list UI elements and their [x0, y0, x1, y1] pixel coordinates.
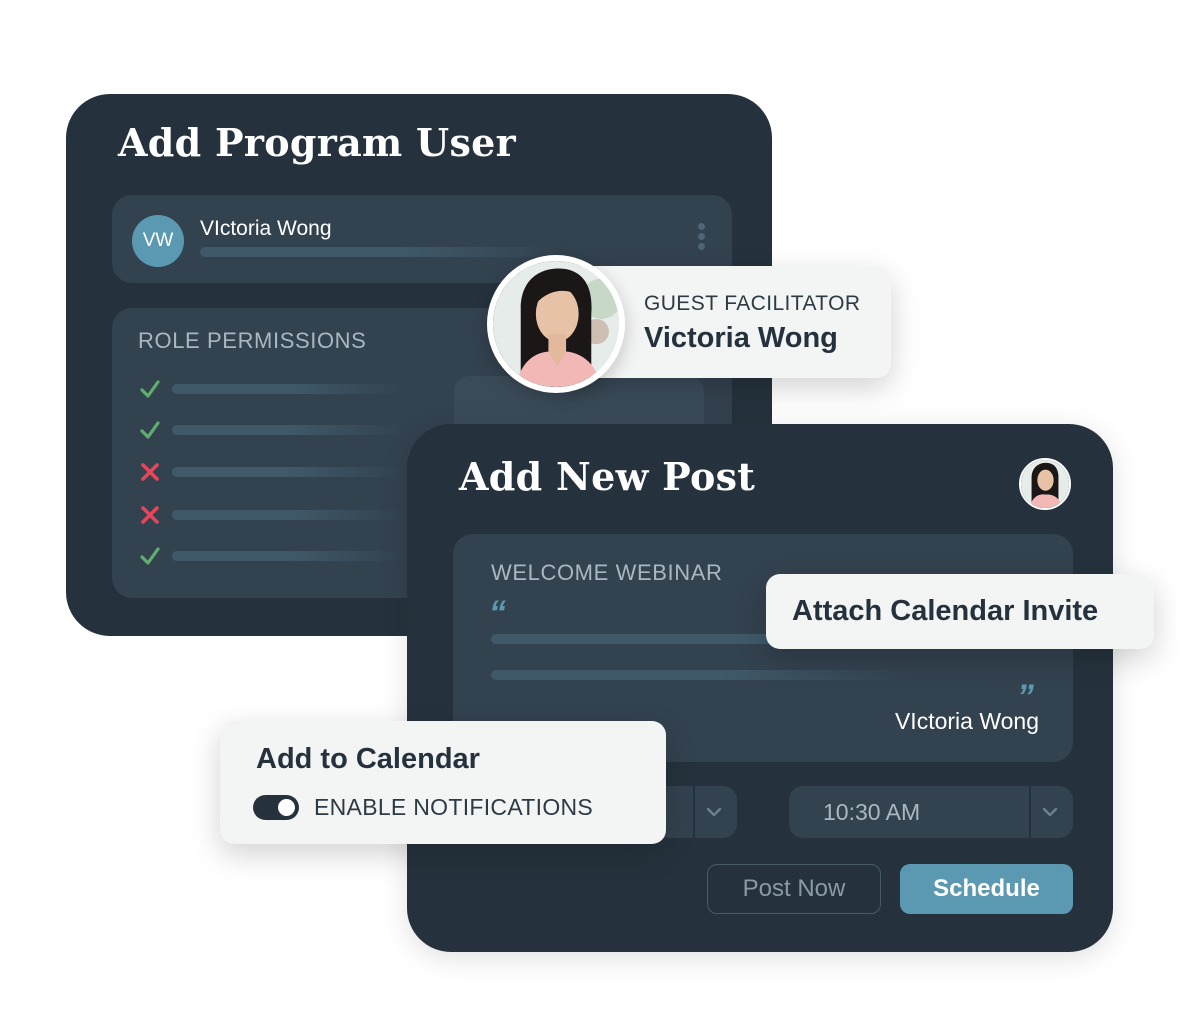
- add-new-post-card: Add New Post WELCOME WEBINAR “ ” VIctori…: [407, 424, 1113, 952]
- enable-notifications-label: ENABLE NOTIFICATIONS: [314, 794, 594, 820]
- message-heading: WELCOME WEBINAR: [491, 560, 723, 585]
- profile-photo: [487, 255, 625, 393]
- select-divider: [1029, 786, 1031, 838]
- notifications-toggle[interactable]: [253, 795, 299, 820]
- permission-row[interactable]: [138, 460, 418, 484]
- time-select[interactable]: 10:30 AM: [789, 786, 1073, 838]
- user-name: VIctoria Wong: [200, 217, 332, 240]
- permission-placeholder: [172, 467, 402, 477]
- check-icon: [140, 547, 160, 565]
- select-divider: [693, 786, 695, 838]
- schedule-button[interactable]: Schedule: [900, 864, 1073, 914]
- toggle-knob: [278, 799, 295, 816]
- time-value: 10:30 AM: [823, 799, 921, 825]
- avatar: VW: [132, 215, 184, 267]
- guest-role-label: GUEST FACILITATOR: [644, 292, 861, 315]
- attach-calendar-label: Attach Calendar Invite: [792, 595, 1099, 627]
- user-detail-placeholder: [200, 247, 560, 257]
- permission-placeholder: [172, 510, 402, 520]
- permission-row[interactable]: [138, 418, 418, 442]
- permission-placeholder: [172, 551, 402, 561]
- program-card-title: Add Program User: [118, 120, 516, 165]
- message-author: VIctoria Wong: [894, 708, 1039, 734]
- open-quote-icon: “: [489, 594, 506, 632]
- chevron-down-icon: [706, 807, 722, 817]
- permission-placeholder: [172, 425, 402, 435]
- more-options-icon[interactable]: [698, 223, 706, 253]
- permission-row[interactable]: [138, 544, 418, 568]
- cross-icon: [141, 463, 159, 481]
- post-card-title: Add New Post: [459, 454, 756, 499]
- check-icon: [140, 380, 160, 398]
- role-permissions-heading: ROLE PERMISSIONS: [138, 328, 367, 353]
- cross-icon: [141, 506, 159, 524]
- chevron-down-icon: [1042, 807, 1058, 817]
- user-avatar-small[interactable]: [1019, 458, 1071, 510]
- add-to-calendar-title: Add to Calendar: [256, 743, 480, 775]
- add-to-calendar-card: Add to Calendar ENABLE NOTIFICATIONS: [220, 721, 666, 844]
- permission-row[interactable]: [138, 503, 418, 527]
- avatar-initials: VW: [142, 230, 174, 251]
- check-icon: [140, 421, 160, 439]
- post-now-button[interactable]: Post Now: [707, 864, 881, 914]
- permission-placeholder: [172, 384, 402, 394]
- guest-name: Victoria Wong: [644, 322, 838, 354]
- attach-calendar-invite-card[interactable]: Attach Calendar Invite: [766, 574, 1154, 649]
- permission-row[interactable]: [138, 377, 418, 401]
- message-line-placeholder: [491, 670, 911, 680]
